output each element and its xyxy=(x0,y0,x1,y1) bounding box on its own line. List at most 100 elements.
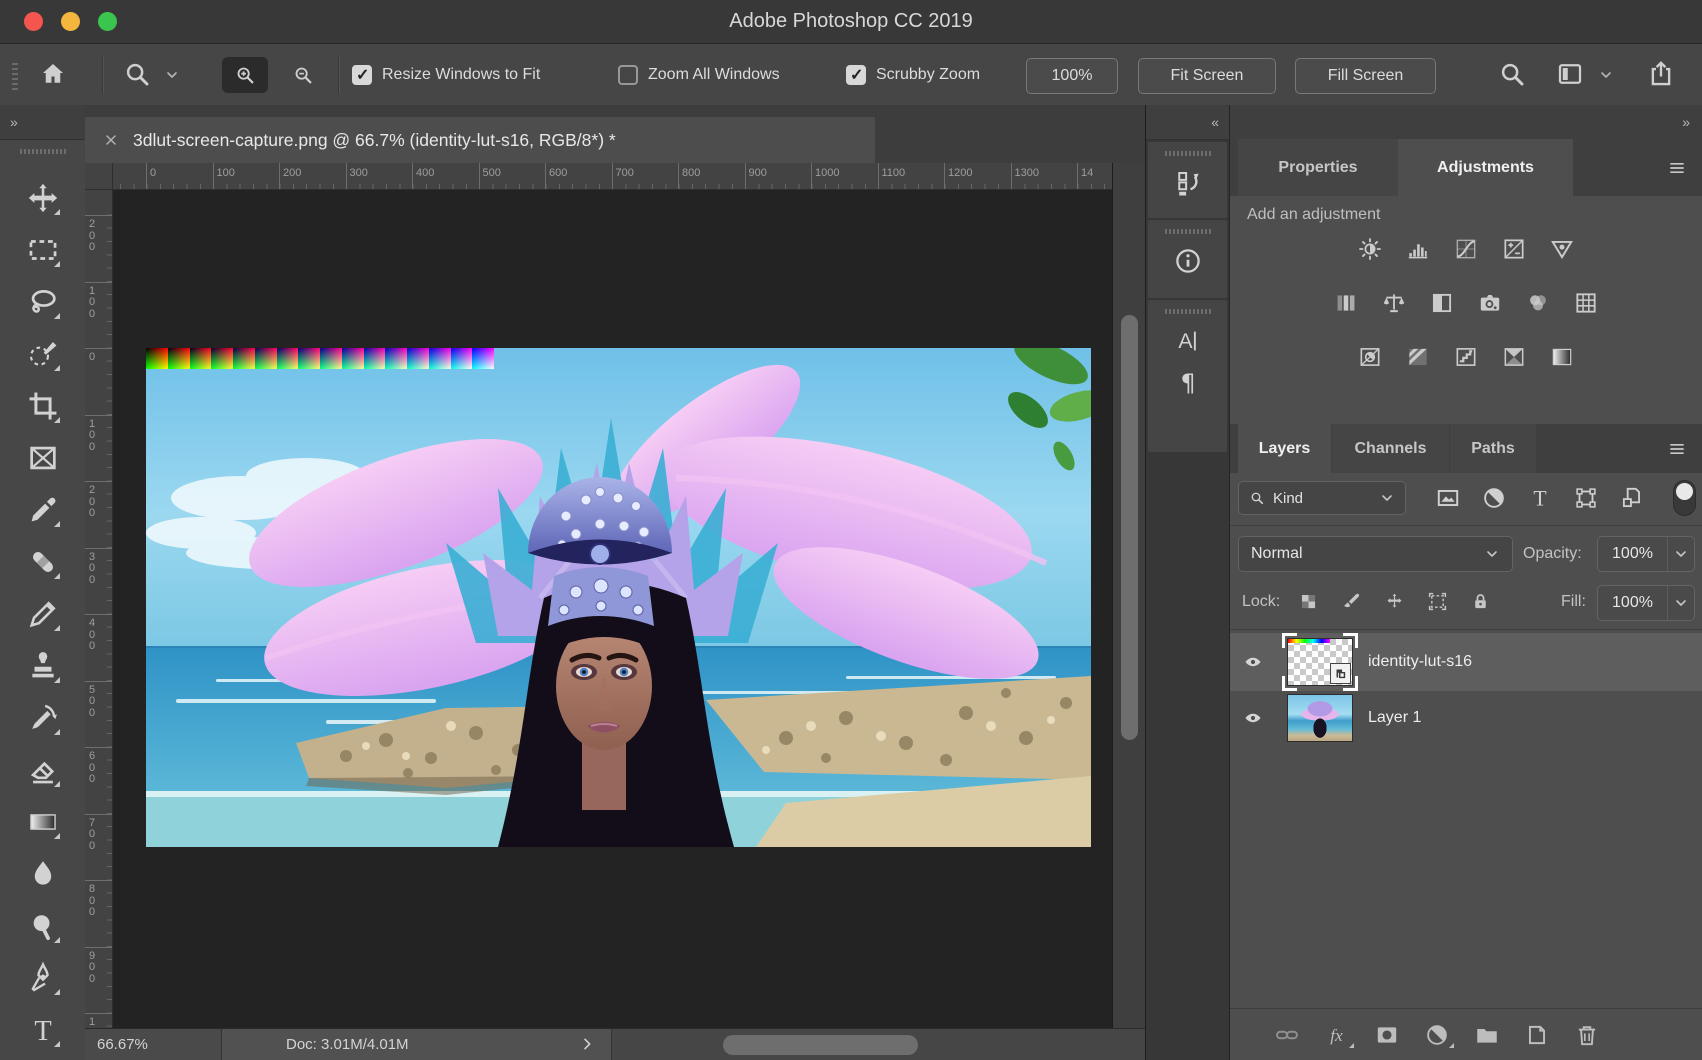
home-icon[interactable] xyxy=(38,59,68,89)
curves-adjustment-icon[interactable] xyxy=(1452,236,1480,262)
vertical-scrollbar[interactable] xyxy=(1112,163,1145,1028)
lock-all-icon[interactable] xyxy=(1470,591,1491,612)
color-balance-adjustment-icon[interactable] xyxy=(1380,290,1408,316)
canvas-image[interactable] xyxy=(146,348,1091,847)
share-icon[interactable] xyxy=(1646,59,1676,89)
checkbox-scrubby-zoom[interactable]: Scrubby Zoom xyxy=(846,63,980,87)
black-white-adjustment-icon[interactable] xyxy=(1428,290,1456,316)
dodge-tool[interactable] xyxy=(26,909,60,943)
exposure-adjustment-icon[interactable] xyxy=(1500,236,1528,262)
character-panel-icon[interactable]: A xyxy=(1173,326,1203,356)
lasso-tool[interactable] xyxy=(26,285,60,319)
filter-type-icon[interactable]: T xyxy=(1527,485,1553,511)
filter-adjustment-icon[interactable] xyxy=(1481,485,1507,511)
close-tab-icon[interactable] xyxy=(103,132,119,148)
status-expand-icon[interactable] xyxy=(579,1036,595,1052)
blend-mode-dropdown[interactable]: Normal xyxy=(1238,536,1513,572)
horizontal-scrollbar-thumb[interactable] xyxy=(723,1035,918,1055)
zoom-in-button[interactable] xyxy=(222,57,268,93)
brush-tool[interactable] xyxy=(26,597,60,631)
spot-healing-tool[interactable] xyxy=(26,545,60,579)
workspace-icon[interactable] xyxy=(1555,59,1585,89)
dock-grip[interactable] xyxy=(1165,151,1211,156)
blur-tool[interactable] xyxy=(26,857,60,891)
fill-screen-button[interactable]: Fill Screen xyxy=(1295,58,1436,94)
tab-layers[interactable]: Layers xyxy=(1238,424,1331,473)
checkbox-box[interactable] xyxy=(618,65,638,85)
layer-row-identity-lut-s16[interactable]: identity-lut-s16 xyxy=(1230,633,1702,691)
layer-name[interactable]: Layer 1 xyxy=(1368,709,1421,727)
crop-tool[interactable] xyxy=(26,389,60,423)
filter-shape-icon[interactable] xyxy=(1573,485,1599,511)
status-doc-size[interactable]: Doc: 3.01M/4.01M xyxy=(222,1029,612,1060)
layer-thumbnail[interactable] xyxy=(1288,639,1352,685)
workspace-chevron-icon[interactable] xyxy=(1598,67,1614,83)
tab-paths[interactable]: Paths xyxy=(1450,424,1536,473)
adjustment-icon[interactable] xyxy=(1424,1022,1450,1048)
paragraph-panel-icon[interactable]: ¶ xyxy=(1173,368,1203,398)
photo-filter-adjustment-icon[interactable] xyxy=(1476,290,1504,316)
panel-menu-icon[interactable] xyxy=(1664,158,1690,178)
tab-adjustments[interactable]: Adjustments xyxy=(1398,139,1573,196)
new-layer-icon[interactable] xyxy=(1524,1022,1550,1048)
channel-mixer-adjustment-icon[interactable] xyxy=(1524,290,1552,316)
checkbox-box[interactable] xyxy=(846,65,866,85)
vibrance-adjustment-icon[interactable] xyxy=(1548,236,1576,262)
quick-selection-tool[interactable] xyxy=(26,337,60,371)
zoom-tool-flyout-chevron-icon[interactable] xyxy=(164,67,180,83)
posterize-adjustment-icon[interactable] xyxy=(1404,344,1432,370)
options-bar-grip[interactable] xyxy=(12,60,18,90)
tab-channels[interactable]: Channels xyxy=(1332,424,1449,473)
selective-color-adjustment-icon[interactable] xyxy=(1500,344,1528,370)
history-panel-icon[interactable] xyxy=(1173,168,1203,198)
color-lookup-adjustment-icon[interactable] xyxy=(1572,290,1600,316)
checkbox-box[interactable] xyxy=(352,65,372,85)
lock-pixels-icon[interactable] xyxy=(1341,591,1362,612)
gradient-map-adjustment-icon[interactable] xyxy=(1548,344,1576,370)
fill-input[interactable]: 100% xyxy=(1597,585,1695,621)
toolbar-expand-button[interactable]: » xyxy=(0,105,85,140)
history-brush-tool[interactable] xyxy=(26,701,60,735)
mask-icon[interactable] xyxy=(1374,1022,1400,1048)
folder-icon[interactable] xyxy=(1474,1022,1500,1048)
dock-grip[interactable] xyxy=(1165,309,1211,314)
dock-expand-button[interactable]: « xyxy=(1146,105,1229,140)
canvas[interactable] xyxy=(113,190,1112,1028)
layer-row-Layer 1[interactable]: Layer 1 xyxy=(1230,691,1702,745)
checkbox-zoom-all-windows[interactable]: Zoom All Windows xyxy=(618,63,780,87)
dock-grip[interactable] xyxy=(1165,229,1211,234)
zoom-out-button[interactable] xyxy=(280,57,326,93)
checkbox-resize-windows-to-fit[interactable]: Resize Windows to Fit xyxy=(352,63,540,87)
fx-icon[interactable]: fx xyxy=(1324,1022,1350,1048)
zoom-tool-icon[interactable] xyxy=(122,59,152,89)
eraser-tool[interactable] xyxy=(26,753,60,787)
gradient-tool[interactable] xyxy=(26,805,60,839)
clone-stamp-tool[interactable] xyxy=(26,649,60,683)
status-zoom-field[interactable]: 66.67% xyxy=(85,1029,222,1060)
trash-icon[interactable] xyxy=(1574,1022,1600,1048)
filter-smart-icon[interactable] xyxy=(1619,485,1645,511)
layer-visibility-toggle[interactable] xyxy=(1230,709,1276,727)
fit-screen-button[interactable]: Fit Screen xyxy=(1138,58,1276,94)
frame-tool[interactable] xyxy=(26,441,60,475)
panel-menu-icon[interactable] xyxy=(1664,439,1690,459)
layer-filter-kind-dropdown[interactable]: Kind xyxy=(1238,481,1406,515)
levels-adjustment-icon[interactable] xyxy=(1404,236,1432,262)
hue-saturation-adjustment-icon[interactable] xyxy=(1332,290,1360,316)
brightness-contrast-adjustment-icon[interactable] xyxy=(1356,236,1384,262)
layer-name[interactable]: identity-lut-s16 xyxy=(1368,653,1472,671)
zoom-100-button[interactable]: 100% xyxy=(1026,58,1118,94)
toolbar-grip[interactable] xyxy=(20,149,66,154)
panel-collapse-button[interactable]: » xyxy=(1230,105,1702,140)
document-tab[interactable]: 3dlut-screen-capture.png @ 66.7% (identi… xyxy=(85,117,875,163)
type-tool[interactable]: T xyxy=(26,1013,60,1047)
info-panel-icon[interactable] xyxy=(1173,246,1203,276)
lock-position-icon[interactable] xyxy=(1384,591,1405,612)
move-tool[interactable] xyxy=(26,181,60,215)
link-icon[interactable] xyxy=(1274,1022,1300,1048)
rectangular-marquee-tool[interactable] xyxy=(26,233,60,267)
pen-tool[interactable] xyxy=(26,961,60,995)
vertical-scrollbar-thumb[interactable] xyxy=(1121,315,1138,740)
opacity-input[interactable]: 100% xyxy=(1597,536,1695,572)
invert-adjustment-icon[interactable] xyxy=(1356,344,1384,370)
